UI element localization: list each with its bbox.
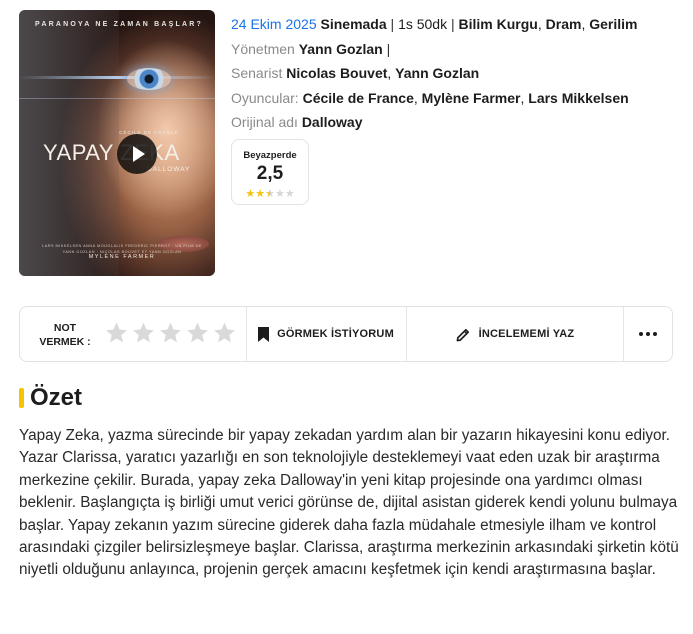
release-row: 24 Ekim 2025 Sinemada | 1s 50dk | Bilim … [231,16,638,32]
writer-label: Senarist [231,65,287,81]
watchlist-button[interactable]: GÖRMEK İSTİYORUM [247,307,405,361]
poster-tagline: PARANOYA NE ZAMAN BAŞLAR? [35,21,203,28]
star-full-icon: ★ [245,188,256,200]
original-title: Dalloway [301,114,363,130]
writer-link[interactable]: Nicolas Bouvet [286,65,387,81]
more-dot-icon [653,332,657,336]
rate-star-icon[interactable] [185,319,210,347]
action-bar: NOT VERMEK : GÖRMEK İSTİYORUM İNCELEMEMİ… [19,306,673,362]
rating-score: 2,5 [256,163,284,184]
poster-top-cast: CÉCILE DE FRANCE [119,130,179,135]
writer-row: Senarist Nicolas Bouvet, Yann Gozlan [231,65,480,81]
genre-link[interactable]: Dram [546,16,582,32]
cast-link[interactable]: Cécile de France [303,90,414,106]
play-icon [132,146,145,162]
poster-scanline [19,76,215,79]
star-empty-icon: ★ [274,188,285,200]
more-dot-icon [639,332,643,336]
cast-label: Oyuncular: [231,89,303,106]
trailer-play-button[interactable] [117,134,157,174]
release-date[interactable]: 24 Ekim 2025 [231,16,321,32]
watchlist-label: GÖRMEK İSTİYORUM [277,328,394,340]
movie-info: 24 Ekim 2025 Sinemada | 1s 50dk | Bilim … [231,14,681,137]
rate-star-icon[interactable] [158,319,183,347]
star-empty-icon: ★ [284,188,295,200]
rating-stars: ★★★★★ [232,187,308,200]
user-rating-stars[interactable] [104,319,237,349]
poster-featured-cast: MYLÈNE FARMER [88,254,156,260]
poster-eye [127,68,171,90]
poster-subtitle: DALLOWAY [147,166,191,173]
rate-star-icon[interactable] [212,319,237,347]
star-full-icon: ★ [255,188,266,200]
rate-star-icon[interactable] [104,319,129,347]
director-row: Yönetmen Yann Gozlan | [231,40,391,57]
pencil-icon [456,328,469,341]
writer-link[interactable]: Yann Gozlan [395,65,479,81]
movie-poster[interactable]: PARANOYA NE ZAMAN BAŞLAR? CÉCILE DE FRAN… [19,10,215,276]
summary-title: Özet [30,384,83,411]
release-status: Sinemada [320,16,387,32]
genre-link[interactable]: Bilim Kurgu [459,16,538,32]
poster-scanline-thin [19,98,215,99]
cast-row: Oyuncular: Cécile de France, Mylène Farm… [231,89,629,106]
summary-text: Yapay Zeka, yazma sürecinde bir yapay ze… [19,427,679,579]
movie-page: PARANOYA NE ZAMAN BAŞLAR? CÉCILE DE FRAN… [0,0,693,634]
original-title-row: Orijinal adı Dalloway [231,112,681,137]
heading-accent-bar [19,388,24,408]
cast-link[interactable]: Lars Mikkelsen [528,90,628,106]
bookmark-icon [258,326,270,342]
review-label: İNCELEMEMİ YAZ [478,328,575,340]
genre-link[interactable]: Gerilim [589,16,637,32]
rate-star-icon[interactable] [131,319,156,347]
rating-source: Beyazperde [243,150,297,161]
summary-heading: Özet [19,383,82,413]
more-options-button[interactable] [624,307,672,361]
rate-label: NOT VERMEK : [39,322,91,348]
more-dot-icon [646,332,650,336]
director-label: Yönetmen [231,40,299,57]
write-review-button[interactable]: İNCELEMEMİ YAZ [407,307,623,361]
duration: 1s 50dk [398,16,448,32]
director-link[interactable]: Yann Gozlan [299,41,383,57]
original-title-label: Orijinal adı [231,114,302,130]
cast-link[interactable]: Mylène Farmer [422,90,521,106]
star-half-icon: ★ [265,188,275,200]
press-rating-card[interactable]: Beyazperde 2,5 ★★★★★ [231,139,309,205]
